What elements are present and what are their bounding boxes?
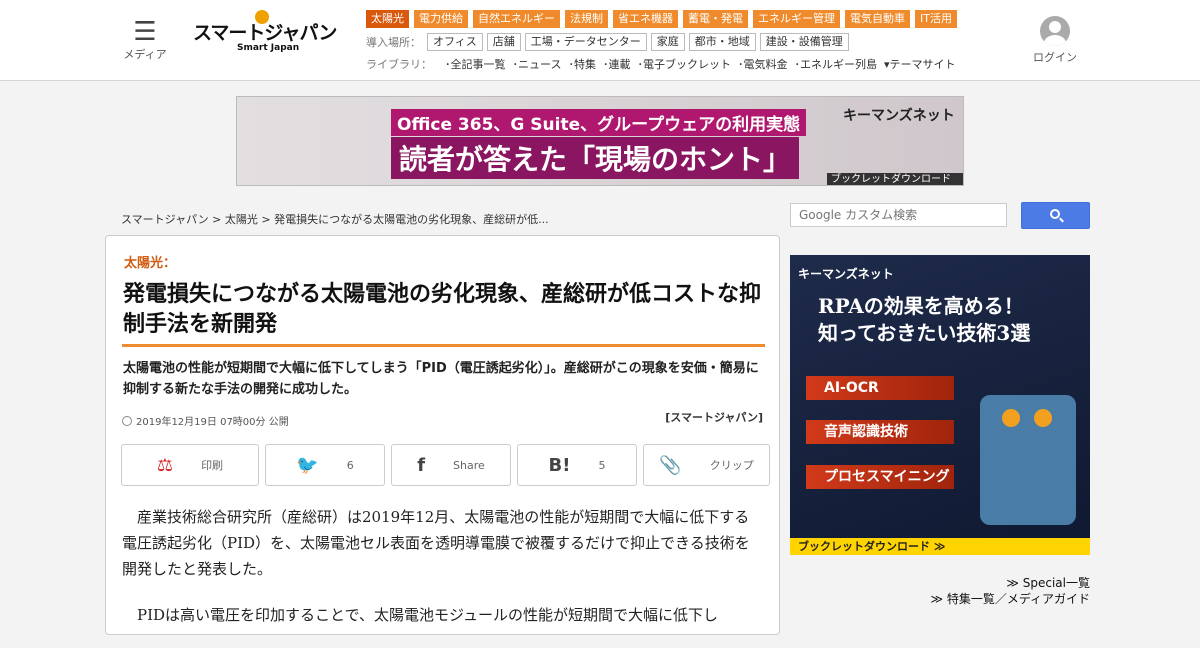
library-link[interactable]: ･全記事一覧	[445, 56, 506, 72]
banner-line1: Office 365、G Suite、グループウェアの利用実態	[391, 109, 807, 136]
twitter-icon: 🐦	[296, 454, 319, 476]
category-tab[interactable]: 蓄電・発電	[683, 10, 748, 28]
article-body: 産業技術総合研究所（産総研）は2019年12月、太陽電池の性能が短期間で大幅に低…	[122, 504, 764, 648]
side-ad-brand: キーマンズネット	[798, 267, 894, 281]
category-tab[interactable]: 省エネ機器	[613, 10, 678, 28]
place-link[interactable]: 建設・設備管理	[759, 33, 849, 51]
paperclip-icon: 📎	[659, 454, 682, 476]
lightbulb-icon	[255, 10, 269, 24]
article-category[interactable]: 太陽光：	[124, 252, 176, 271]
article-lead: 太陽電池の性能が短期間で大幅に低下してしまう「PID（電圧誘起劣化）」。産総研が…	[123, 361, 759, 397]
breadcrumb-separator: >	[257, 213, 275, 226]
pdf-icon: ⚖	[156, 454, 174, 476]
user-icon	[1040, 16, 1070, 46]
clip-label: クリップ	[709, 459, 754, 472]
breadcrumb: スマートジャパン > 太陽光 > 発電損失につながる太陽電池の劣化現象、産総研が…	[121, 211, 549, 227]
breadcrumb-separator: >	[208, 213, 225, 226]
library-link[interactable]: ･連載	[603, 56, 631, 72]
category-tab[interactable]: エネルギー管理	[753, 10, 840, 28]
search-button[interactable]	[1021, 202, 1090, 229]
article-paragraph: 産業技術総合研究所（産総研）は2019年12月、太陽電池の性能が短期間で大幅に低…	[122, 508, 750, 578]
library-link[interactable]: ▾テーマサイト	[884, 56, 956, 72]
place-link[interactable]: 店舗	[486, 33, 521, 51]
side-ad-headline-line: RPAの効果を高める！	[818, 294, 1024, 318]
logo-main-text: スマートジャパン	[193, 22, 337, 44]
sidebar-ad[interactable]: キーマンズネット RPAの効果を高める！ 知っておきたい技術3選 AI-OCR …	[790, 255, 1090, 555]
place-link[interactable]: 都市・地域	[688, 33, 756, 51]
breadcrumb-home[interactable]: スマートジャパン	[121, 213, 209, 226]
hatena-bookmark-button[interactable]: B! 5	[517, 444, 637, 486]
side-ad-topic: プロセスマイニング	[806, 465, 954, 489]
twitter-count: 6	[346, 458, 354, 472]
category-tab[interactable]: 自然エネルギー	[473, 10, 560, 28]
library-link[interactable]: ･電気料金	[738, 56, 788, 72]
side-ad-topic: 音声認識技術	[806, 420, 954, 444]
library-link[interactable]: ･ニュース	[513, 56, 562, 72]
special-list-link[interactable]: ≫ Special一覧	[900, 575, 1090, 591]
place-nav: 導入場所： オフィス 店舗 工場・データセンター 家庭 都市・地域 建設・設備管…	[366, 33, 849, 51]
article-title: 発電損失につながる太陽電池の劣化現象、産総研が低コストな抑制手法を新開発	[123, 282, 762, 337]
library-nav-label: ライブラリ：	[366, 58, 432, 71]
side-ad-headline-line: 知っておきたい技術3選	[818, 321, 1031, 345]
hatena-count: 5	[598, 458, 606, 472]
menu-button[interactable]: ☰ メディア	[120, 17, 170, 62]
place-nav-label: 導入場所：	[366, 36, 421, 49]
library-link[interactable]: ･エネルギー列島	[794, 56, 877, 72]
publish-date-text: 2019年12月19日 07時00分 公開	[136, 417, 289, 428]
feature-list-link[interactable]: ≫ 特集一覧／メディアガイド	[900, 591, 1090, 607]
article-card: 太陽光： 発電損失につながる太陽電池の劣化現象、産総研が低コストな抑制手法を新開…	[105, 235, 780, 635]
clock-icon	[122, 415, 132, 426]
place-link[interactable]: 家庭	[650, 33, 685, 51]
share-bar: ⚖ 印刷 🐦 6 f Share B! 5 📎 クリップ	[121, 444, 770, 486]
category-tab[interactable]: 太陽光	[366, 10, 409, 28]
twitter-share-button[interactable]: 🐦 6	[265, 444, 385, 486]
breadcrumb-category[interactable]: 太陽光	[225, 213, 258, 226]
side-ad-topic: AI-OCR	[806, 376, 954, 400]
article-paragraph: PIDは高い電圧を印加することで、太陽電池モジュールの性能が短期間で大幅に低下し	[137, 606, 718, 624]
site-header: ☰ メディア スマートジャパン Smart Japan 太陽光 電力供給 自然エ…	[0, 0, 1200, 81]
clip-button[interactable]: 📎 クリップ	[643, 444, 770, 486]
robot-illustration	[980, 395, 1076, 525]
library-link[interactable]: ･電子ブックレット	[637, 56, 731, 72]
category-tab[interactable]: 法規制	[565, 10, 608, 28]
side-ad-download: ブックレットダウンロード ≫	[790, 538, 1090, 555]
breadcrumb-current: 発電損失につながる太陽電池の劣化現象、産総研が低...	[274, 213, 549, 226]
banner-line2: 読者が答えた「現場のホント」	[391, 137, 800, 179]
facebook-icon: f	[417, 454, 426, 476]
top-banner-ad[interactable]: Office 365、G Suite、グループウェアの利用実態 読者が答えた「現…	[236, 96, 964, 186]
hamburger-icon: ☰	[133, 17, 157, 47]
search-icon	[1050, 209, 1060, 219]
side-ad-headline: RPAの効果を高める！ 知っておきたい技術3選	[818, 293, 1030, 347]
library-nav: ライブラリ： ･全記事一覧 ･ニュース ･特集 ･連載 ･電子ブックレット ･電…	[366, 56, 955, 72]
facebook-label: Share	[453, 458, 485, 472]
login-button[interactable]: ログイン	[1030, 16, 1080, 65]
site-logo[interactable]: スマートジャパン Smart Japan	[193, 10, 343, 53]
category-tab[interactable]: IT活用	[915, 10, 957, 28]
category-tab[interactable]: 電力供給	[414, 10, 468, 28]
facebook-share-button[interactable]: f Share	[391, 444, 511, 486]
banner-brand: キーマンズネット	[843, 108, 955, 124]
place-link[interactable]: 工場・データセンター	[524, 33, 647, 51]
publish-date: 2019年12月19日 07時00分 公開	[122, 413, 289, 428]
category-nav: 太陽光 電力供給 自然エネルギー 法規制 省エネ機器 蓄電・発電 エネルギー管理…	[366, 10, 957, 28]
library-link[interactable]: ･特集	[568, 56, 596, 72]
login-label: ログイン	[1033, 51, 1077, 64]
hatena-icon: B!	[548, 454, 571, 476]
print-label: 印刷	[201, 459, 224, 472]
place-link[interactable]: オフィス	[427, 33, 483, 51]
menu-label: メディア	[123, 48, 167, 61]
title-underline	[122, 344, 765, 347]
sidebar-links: ≫ Special一覧 ≫ 特集一覧／メディアガイド	[900, 575, 1090, 607]
search-input[interactable]	[790, 203, 1007, 227]
category-tab[interactable]: 電気自動車	[845, 10, 910, 28]
banner-download: ブックレットダウンロード>>	[827, 173, 963, 185]
article-source: [スマートジャパン]	[665, 411, 763, 424]
print-button[interactable]: ⚖ 印刷	[121, 444, 259, 486]
